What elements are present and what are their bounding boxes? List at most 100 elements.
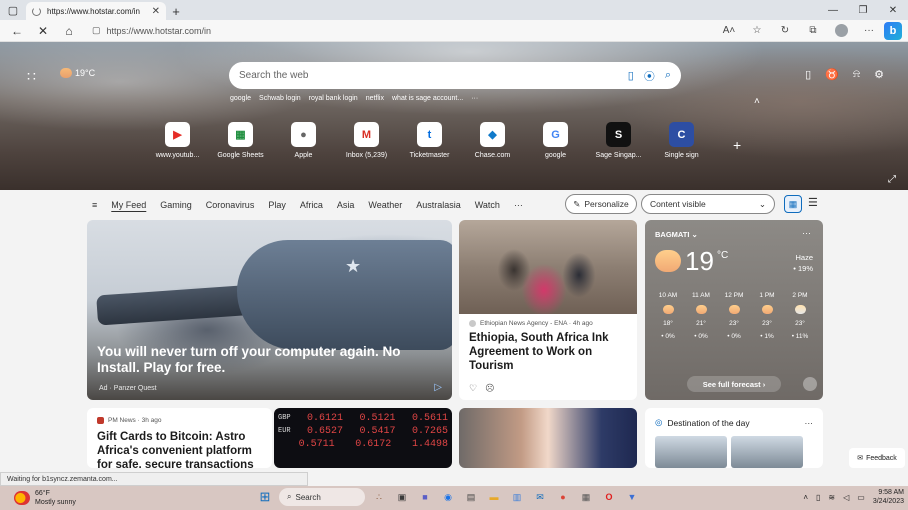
chevron-up-icon[interactable]: ˄: [754, 96, 760, 107]
more-options-icon[interactable]: ···: [805, 418, 814, 428]
feed-tab-asia[interactable]: Asia: [337, 200, 355, 210]
notifications-bell-icon[interactable]: ⍾: [853, 68, 860, 81]
personalize-button[interactable]: ✎ Personalize: [565, 194, 637, 214]
see-full-forecast-button[interactable]: See full forecast ›: [687, 376, 781, 392]
minimize-icon[interactable]: —: [818, 0, 848, 20]
search-icon[interactable]: ⌕: [665, 69, 671, 82]
shield-icon[interactable]: ▼: [623, 488, 641, 506]
quick-link-tile[interactable]: ● Apple: [272, 122, 335, 159]
microphone-icon[interactable]: ▯: [816, 493, 820, 502]
feed-tab-weather[interactable]: Weather: [368, 200, 402, 210]
search-input[interactable]: Search the web: [239, 70, 618, 81]
close-icon[interactable]: ✕: [152, 6, 160, 17]
widgets-icon[interactable]: ∴: [370, 488, 388, 506]
visual-search-icon[interactable]: ⦿: [644, 68, 655, 84]
menu-icon[interactable]: ≡: [92, 200, 97, 210]
news-title[interactable]: Gift Cards to Bitcoin: Astro Africa's co…: [87, 424, 272, 468]
opera-icon[interactable]: O: [600, 488, 618, 506]
quick-link-tile[interactable]: t Ticketmaster: [398, 122, 461, 159]
weather-mini[interactable]: 19°C: [60, 68, 95, 78]
ad-headline[interactable]: You will never turn off your computer ag…: [97, 344, 427, 376]
taskbar-weather[interactable]: 66°F Mostly sunny: [14, 489, 76, 507]
tab-actions-icon[interactable]: ▢: [0, 0, 26, 20]
weather-card[interactable]: BAGMATI ⌄ ··· 19 °C Haze • 19% 10 AM 18°…: [645, 220, 823, 400]
phone-icon[interactable]: ▯: [805, 68, 811, 81]
clock[interactable]: 9:58 AM 3/24/2023: [873, 488, 904, 506]
news-card-photo[interactable]: [459, 408, 637, 468]
destination-image[interactable]: [731, 436, 803, 468]
more-icon[interactable]: ···: [856, 21, 882, 41]
task-view-icon[interactable]: ▣: [393, 488, 411, 506]
news-card-bitcoin[interactable]: PM News · 3h ago Gift Cards to Bitcoin: …: [87, 408, 272, 468]
quick-link-tile[interactable]: M Inbox (5,239): [335, 122, 398, 159]
quick-search-link[interactable]: google: [230, 95, 251, 102]
app-icon[interactable]: ▤: [462, 488, 480, 506]
expand-icon[interactable]: ⤢: [888, 174, 896, 185]
taskbar-search[interactable]: ⌕ Search: [279, 488, 365, 506]
collections-icon[interactable]: ⧉: [800, 21, 826, 41]
settings-gear-icon[interactable]: ⚙: [874, 68, 884, 81]
news-card-ethiopia[interactable]: Ethiopian News Agency - ENA · 4h ago Eth…: [459, 220, 637, 400]
feed-tab-watch[interactable]: Watch: [475, 200, 500, 210]
lock-icon[interactable]: ▢: [92, 25, 101, 36]
feed-tab-more[interactable]: ···: [514, 200, 523, 210]
profile-button[interactable]: [828, 21, 854, 41]
web-search-box[interactable]: Search the web ▯ ⦿ ⌕: [229, 62, 681, 89]
file-explorer-icon[interactable]: ▬: [485, 488, 503, 506]
app-launcher-icon[interactable]: ∷: [27, 68, 36, 85]
home-icon[interactable]: ⌂: [58, 21, 80, 41]
quick-link-tile[interactable]: ▶ www.youtub...: [146, 122, 209, 159]
chrome-icon[interactable]: ●: [554, 488, 572, 506]
extensions-icon[interactable]: ↻: [772, 21, 798, 41]
chevron-up-icon[interactable]: ˄: [803, 493, 808, 502]
feed-tab-coronavirus[interactable]: Coronavirus: [206, 200, 255, 210]
quick-link-tile[interactable]: C Single sign: [650, 122, 713, 159]
news-title[interactable]: Ethiopia, South Africa Ink Agreement to …: [459, 327, 637, 377]
back-arrow-icon[interactable]: ←: [6, 21, 28, 41]
grid-view-icon[interactable]: ▦: [784, 195, 802, 213]
windows-start-icon[interactable]: ⊞: [256, 488, 274, 506]
weather-toggle-icon[interactable]: [803, 377, 817, 391]
rewards-icon[interactable]: ♉: [825, 68, 839, 81]
thumbs-down-icon[interactable]: ☹: [485, 383, 494, 394]
more-options-icon[interactable]: ···: [802, 228, 811, 238]
content-visible-dropdown[interactable]: Content visible ⌄: [641, 194, 775, 214]
feed-tab-gaming[interactable]: Gaming: [160, 200, 192, 210]
battery-icon[interactable]: ▭: [857, 493, 865, 502]
read-aloud-icon[interactable]: A˄: [716, 21, 742, 41]
favorite-star-icon[interactable]: ☆: [744, 21, 770, 41]
quick-search-more[interactable]: ···: [471, 95, 478, 102]
quick-link-tile[interactable]: ◆ Chase.com: [461, 122, 524, 159]
bing-icon[interactable]: b: [884, 21, 902, 40]
feedback-button[interactable]: ✉ Feedback: [849, 448, 905, 468]
add-site-plus-icon[interactable]: +: [733, 137, 741, 153]
quick-search-link[interactable]: Schwab login: [259, 95, 301, 102]
thumbs-up-icon[interactable]: ♡: [469, 383, 477, 394]
list-view-icon[interactable]: ☰: [808, 196, 818, 209]
stop-icon[interactable]: ✕: [32, 21, 54, 41]
destination-image[interactable]: [655, 436, 727, 468]
address-bar[interactable]: ▢ https://www.hotstar.com/in: [84, 22, 684, 40]
quick-link-tile[interactable]: G google: [524, 122, 587, 159]
quick-search-link[interactable]: what is sage account...: [392, 95, 463, 102]
stock-ticker-image[interactable]: GBP 0.6121 0.5121 0.5611 EUR 0.6527 0.54…: [274, 408, 452, 468]
quick-link-tile[interactable]: S Sage Singap...: [587, 122, 650, 159]
ad-card[interactable]: ★ You will never turn off your computer …: [87, 220, 452, 400]
feed-tab-australasia[interactable]: Australasia: [416, 200, 461, 210]
browser-tab[interactable]: https://www.hotstar.com/in ✕: [26, 2, 166, 20]
volume-icon[interactable]: ◁: [843, 493, 849, 502]
quick-search-link[interactable]: royal bank login: [309, 95, 358, 102]
edge-icon[interactable]: ◉: [439, 488, 457, 506]
quick-search-link[interactable]: netflix: [366, 95, 384, 102]
mail-icon[interactable]: ✉: [531, 488, 549, 506]
restore-icon[interactable]: ❐: [848, 0, 878, 20]
plus-icon[interactable]: +: [166, 2, 186, 20]
weather-location[interactable]: BAGMATI ⌄: [655, 230, 698, 239]
microphone-icon[interactable]: ▯: [628, 69, 634, 82]
destination-card[interactable]: ◎ Destination of the day ···: [645, 408, 823, 468]
feed-tab-my-feed[interactable]: My Feed: [111, 200, 146, 210]
store-icon[interactable]: ▥: [508, 488, 526, 506]
chat-icon[interactable]: ■: [416, 488, 434, 506]
window-close-icon[interactable]: ✕: [878, 0, 908, 20]
quick-link-tile[interactable]: ▦ Google Sheets: [209, 122, 272, 159]
